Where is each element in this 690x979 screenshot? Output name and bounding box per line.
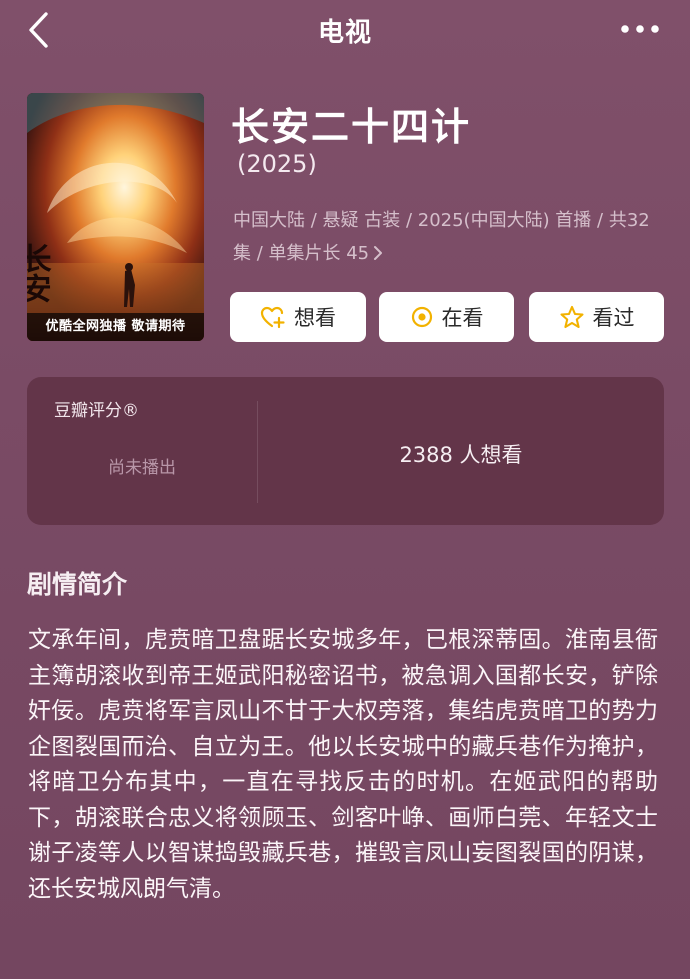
more-button[interactable] xyxy=(618,14,662,44)
want-button[interactable]: 想看 xyxy=(230,292,366,342)
synopsis-heading: 剧情简介 xyxy=(27,570,128,599)
watching-label: 在看 xyxy=(441,306,484,330)
synopsis-body: 文承年间，虎贲暗卫盘踞长安城多年，已根深蒂固。淮南县衙主簿胡滚收到帝王姬武阳秘密… xyxy=(28,627,658,902)
chevron-right-icon xyxy=(373,237,383,270)
watched-button[interactable]: 看过 xyxy=(529,292,664,342)
page: 电视 长安 优酷全网独播 敬请期待 长安二十四计 (2025) 中国大陆 / 悬… xyxy=(0,0,690,979)
page-title: 电视 xyxy=(317,18,372,48)
want-label: 想看 xyxy=(294,306,336,330)
watching-button[interactable]: 在看 xyxy=(379,292,514,342)
show-meta-text: 中国大陆 / 悬疑 古装 / 2025(中国大陆) 首播 / 共32集 / 单集… xyxy=(233,210,650,264)
rating-status: 尚未播出 xyxy=(108,458,176,478)
more-dots-icon xyxy=(621,25,659,33)
target-circle-icon xyxy=(411,306,432,328)
svg-text:长安: 长安 xyxy=(27,243,51,303)
show-meta[interactable]: 中国大陆 / 悬疑 古装 / 2025(中国大陆) 首播 / 共32集 / 单集… xyxy=(233,204,663,270)
star-icon xyxy=(559,305,584,329)
want-count: 2388 人想看 xyxy=(399,443,523,467)
show-title: 长安二十四计 xyxy=(231,105,472,149)
rating-card[interactable]: 豆瓣评分® 尚未播出 2388 人想看 xyxy=(27,377,664,525)
poster-caption: 优酷全网独播 敬请期待 xyxy=(27,313,204,341)
heart-plus-icon xyxy=(260,306,285,329)
poster-artwork: 长安 xyxy=(27,93,204,341)
show-year: (2025) xyxy=(237,150,317,178)
poster-image[interactable]: 长安 优酷全网独播 敬请期待 xyxy=(27,93,204,341)
nav-bar: 电视 xyxy=(0,0,690,60)
rating-label: 豆瓣评分® xyxy=(54,401,139,421)
watched-label: 看过 xyxy=(592,306,635,330)
